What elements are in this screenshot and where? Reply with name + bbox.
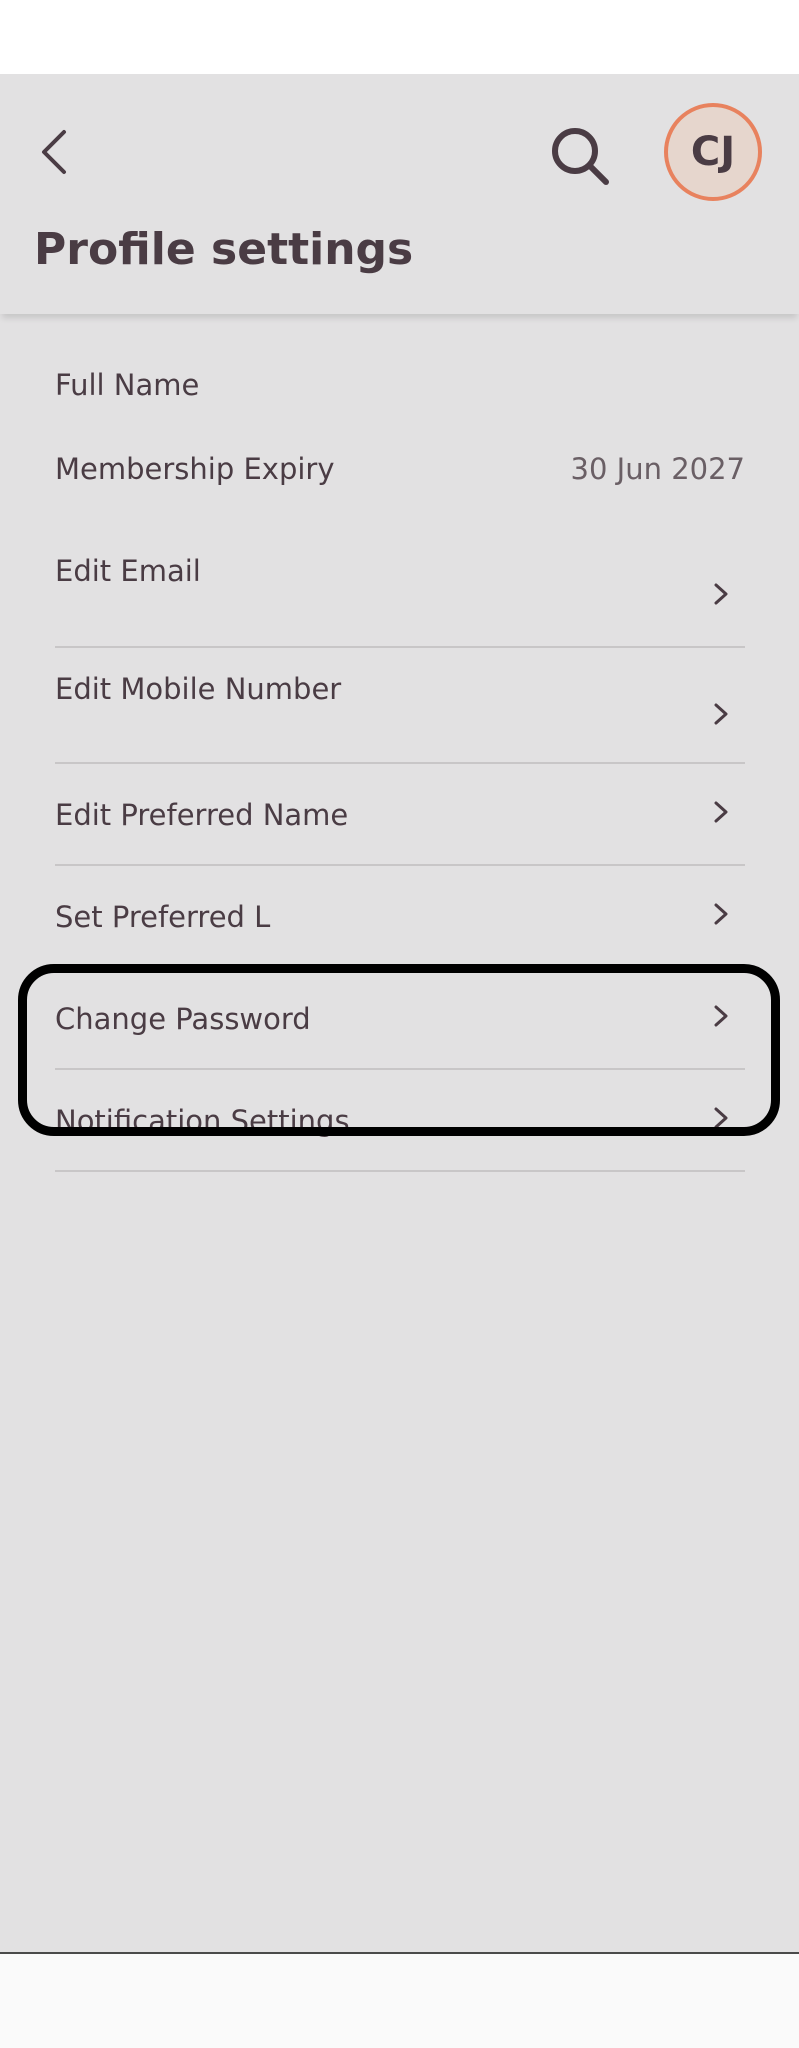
chevron-right-icon	[714, 1005, 728, 1027]
avatar-initials: CJ	[690, 129, 736, 175]
header: CJ Profile settings	[0, 74, 799, 314]
bottom-bar-area	[0, 1952, 799, 2048]
notification-settings-label: Notification Settings	[55, 1104, 350, 1138]
membership-expiry-row: Membership Expiry 30 Jun 2027	[55, 452, 745, 492]
set-preferred-row[interactable]: Set Preferred L	[55, 866, 745, 968]
chevron-right-icon	[714, 1107, 728, 1129]
avatar[interactable]: CJ	[664, 103, 762, 201]
edit-preferred-name-label: Edit Preferred Name	[55, 798, 349, 832]
status-bar-area	[0, 0, 799, 74]
change-password-row[interactable]: Change Password	[55, 968, 745, 1070]
membership-expiry-label: Membership Expiry	[55, 452, 335, 486]
chevron-right-icon	[714, 903, 728, 925]
edit-email-label: Edit Email	[55, 554, 201, 588]
chevron-right-icon	[714, 801, 728, 823]
membership-expiry-value: 30 Jun 2027	[570, 452, 745, 486]
search-button[interactable]	[548, 124, 614, 190]
full-name-label: Full Name	[55, 368, 200, 402]
set-preferred-label: Set Preferred L	[55, 900, 271, 934]
profile-settings-screen: CJ Profile settings Full Name Membership…	[0, 74, 799, 1952]
page-title: Profile settings	[34, 224, 414, 275]
back-button[interactable]	[30, 124, 86, 180]
full-name-row: Full Name	[55, 368, 745, 408]
chevron-right-icon	[714, 703, 728, 725]
edit-preferred-name-row[interactable]: Edit Preferred Name	[55, 764, 745, 866]
change-password-label: Change Password	[55, 1002, 311, 1036]
notification-settings-row[interactable]: Notification Settings	[55, 1070, 745, 1172]
edit-mobile-number-label: Edit Mobile Number	[55, 672, 342, 706]
search-icon	[552, 128, 609, 185]
edit-mobile-number-row[interactable]: Edit Mobile Number	[55, 648, 745, 764]
chevron-left-icon	[42, 130, 66, 174]
chevron-right-icon	[714, 583, 728, 605]
edit-email-row[interactable]: Edit Email	[55, 542, 745, 648]
